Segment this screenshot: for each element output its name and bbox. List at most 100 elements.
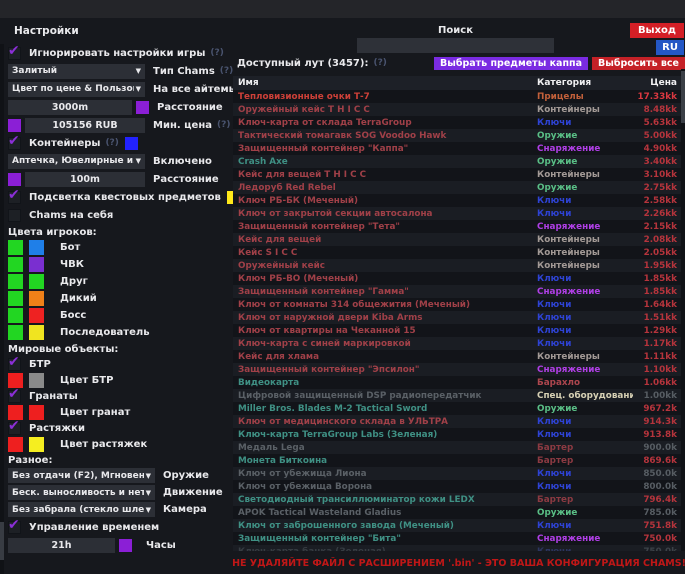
table-row[interactable]: Ключ от медицинского склада в УЛЬТРАКлюч… (233, 415, 685, 428)
btr-color-swatch-2[interactable] (29, 373, 44, 388)
table-row[interactable]: Тактический томагавк SOG Voodoo HawkОруж… (233, 129, 685, 142)
table-row[interactable]: Медаль LegaБартер900.0k (233, 441, 685, 454)
help-icon[interactable]: (?) (220, 66, 233, 76)
table-row[interactable]: Кейс S I C CКонтейнеры2.05kk (233, 246, 685, 259)
tripwire-color-swatch-1[interactable] (8, 437, 23, 452)
table-row[interactable]: Ключ РБ-ВО (Меченый)Ключи1.85kk (233, 272, 685, 285)
table-row[interactable]: Кейс для вещей T H I C CКонтейнеры3.10kk (233, 168, 685, 181)
table-row[interactable]: Оружейный кейс T H I C CКонтейнеры8.48kk (233, 103, 685, 116)
table-row[interactable]: Ключ-карта от склада TerraGroupКлючи5.63… (233, 116, 685, 129)
table-row[interactable]: Ключ от комнаты 314 общежития (Меченый)К… (233, 298, 685, 311)
player-color-swatch-secondary[interactable] (29, 325, 44, 340)
enabled-categories-dropdown[interactable]: Аптечка, Ювелирные и... ▼ (8, 154, 145, 169)
table-scrollbar-thumb[interactable] (681, 71, 685, 123)
table-row[interactable]: Защищенный контейнер "Тета"Снаряжение2.1… (233, 220, 685, 233)
distance-label: Расстояние (157, 102, 223, 113)
table-row[interactable]: ВидеокартаБарахло1.06kk (233, 376, 685, 389)
item-category: Снаряжение (537, 287, 633, 297)
player-color-swatch-primary[interactable] (8, 274, 23, 289)
grenade-color-swatch-2[interactable] (29, 405, 44, 420)
table-row[interactable]: Ключ РБ-БК (Меченый)Ключи2.58kk (233, 194, 685, 207)
table-row[interactable]: Ключ-карта банка (Зеленая)Ключи750.0k (233, 545, 685, 551)
exit-button[interactable]: Выход (630, 23, 684, 38)
quest-highlight-checkbox[interactable] (8, 191, 21, 204)
table-row[interactable]: Crash AxeОружие3.40kk (233, 155, 685, 168)
item-name: Тактический томагавк SOG Voodoo Hawk (233, 131, 537, 141)
ignore-game-settings-checkbox[interactable] (8, 47, 21, 60)
table-row[interactable]: Ключ от убежища ЛионаКлючи850.0k (233, 467, 685, 480)
table-row[interactable]: Ключ-карта с синей маркировкойКлючи1.17k… (233, 337, 685, 350)
hours-input[interactable] (8, 538, 115, 553)
table-row[interactable]: Ключ-карта TerraGroup Labs (Зеленая)Ключ… (233, 428, 685, 441)
min-price-input[interactable] (25, 118, 145, 133)
column-name[interactable]: Имя (233, 78, 537, 88)
camera-misc-dropdown[interactable]: Без забрала (стекло шлема) ▼ (8, 502, 155, 517)
table-row[interactable]: Кейс для вещейКонтейнеры2.08kk (233, 233, 685, 246)
language-button[interactable]: RU (656, 40, 684, 55)
table-row[interactable]: Цифровой защищенный DSP радиопередатчикС… (233, 389, 685, 402)
help-icon[interactable]: (?) (210, 48, 223, 58)
table-row[interactable]: Защищенный контейнер "Бита"Снаряжение750… (233, 532, 685, 545)
min-price-color-swatch[interactable] (8, 119, 21, 132)
item-price: 751.8k (633, 521, 685, 531)
table-row[interactable]: APOK Tactical Wasteland GladiusОружие785… (233, 506, 685, 519)
grenades-checkbox[interactable] (8, 390, 21, 403)
containers-color-swatch[interactable] (125, 137, 138, 150)
containers-checkbox[interactable] (8, 137, 21, 150)
table-row[interactable]: Ключ от квартиры на Чеканной 15Ключи1.29… (233, 324, 685, 337)
player-color-swatch-secondary[interactable] (29, 291, 44, 306)
table-row[interactable]: Кейс для хламаКонтейнеры1.11kk (233, 350, 685, 363)
table-row[interactable]: Защищенный контейнер "Эпсилон"Снаряжение… (233, 363, 685, 376)
player-color-swatch-primary[interactable] (8, 240, 23, 255)
containers-distance-swatch[interactable] (8, 173, 21, 186)
select-kappa-items-button[interactable]: Выбрать предметы каппа (434, 57, 588, 70)
player-color-swatch-primary[interactable] (8, 325, 23, 340)
table-row[interactable]: Ключ от закрытой секции автосалонаКлючи2… (233, 207, 685, 220)
table-row[interactable]: Светодиодный трансиллюминатор кожи LEDXБ… (233, 493, 685, 506)
player-color-swatch-primary[interactable] (8, 257, 23, 272)
player-color-swatch-secondary[interactable] (29, 240, 44, 255)
help-icon[interactable]: (?) (373, 58, 386, 68)
table-scrollbar[interactable] (681, 69, 685, 551)
item-category: Бартер (537, 495, 633, 505)
chams-self-checkbox[interactable] (8, 209, 21, 222)
sidebar-scrollbar-thumb[interactable] (0, 522, 4, 560)
player-color-swatch-primary[interactable] (8, 291, 23, 306)
item-name: Ключ от убежища Ворона (233, 482, 537, 492)
table-row[interactable]: Защищенный контейнер "Каппа"Снаряжение4.… (233, 142, 685, 155)
btr-checkbox[interactable] (8, 358, 21, 371)
table-row[interactable]: Оружейный кейсКонтейнеры1.95kk (233, 259, 685, 272)
search-input[interactable] (357, 38, 554, 53)
hours-color-swatch[interactable] (119, 539, 132, 552)
player-color-swatch-secondary[interactable] (29, 308, 44, 323)
containers-distance-input[interactable] (25, 172, 145, 187)
table-row[interactable]: Ключ от убежища ВоронаКлючи800.0k (233, 480, 685, 493)
column-category[interactable]: Категория (537, 78, 633, 88)
drop-all-button[interactable]: Выбросить все (592, 57, 685, 70)
time-control-checkbox[interactable] (8, 521, 21, 534)
movement-misc-dropdown[interactable]: Беск. выносливость и нет уста ▼ (8, 485, 155, 500)
distance-color-swatch[interactable] (136, 101, 149, 114)
column-price[interactable]: Цена (633, 78, 685, 88)
item-name: Ключ от медицинского склада в УЛЬТРА (233, 417, 537, 427)
chams-type-dropdown[interactable]: Залитый ▼ (8, 64, 145, 79)
weapon-misc-dropdown[interactable]: Без отдачи (F2), Мгновенное п ▼ (8, 468, 155, 483)
sidebar-scrollbar[interactable] (0, 44, 4, 574)
table-row[interactable]: Ключ от заброшенного завода (Меченый)Клю… (233, 519, 685, 532)
help-icon[interactable]: (?) (105, 138, 118, 148)
help-icon[interactable]: (?) (217, 120, 230, 130)
player-color-swatch-secondary[interactable] (29, 274, 44, 289)
table-row[interactable]: Miller Bros. Blades M-2 Tactical SwordОр… (233, 402, 685, 415)
all-items-dropdown[interactable]: Цвет по цене & Пользователь ▼ (8, 82, 145, 97)
distance-input[interactable] (8, 100, 132, 115)
table-row[interactable]: Ключ от наружной двери Kiba ArmsКлючи1.5… (233, 311, 685, 324)
tripwires-checkbox[interactable] (8, 422, 21, 435)
player-color-swatch-primary[interactable] (8, 308, 23, 323)
player-color-swatch-secondary[interactable] (29, 257, 44, 272)
table-row[interactable]: Монета БиткоинаБартер869.6k (233, 454, 685, 467)
item-price: 2.08kk (633, 235, 685, 245)
table-row[interactable]: Защищенный контейнер "Гамма"Снаряжение1.… (233, 285, 685, 298)
table-row[interactable]: Ледоруб Red RebelОружие2.75kk (233, 181, 685, 194)
table-row[interactable]: Тепловизионные очки Т-7Прицелы17.33kk (233, 90, 685, 103)
tripwire-color-swatch-2[interactable] (29, 437, 44, 452)
